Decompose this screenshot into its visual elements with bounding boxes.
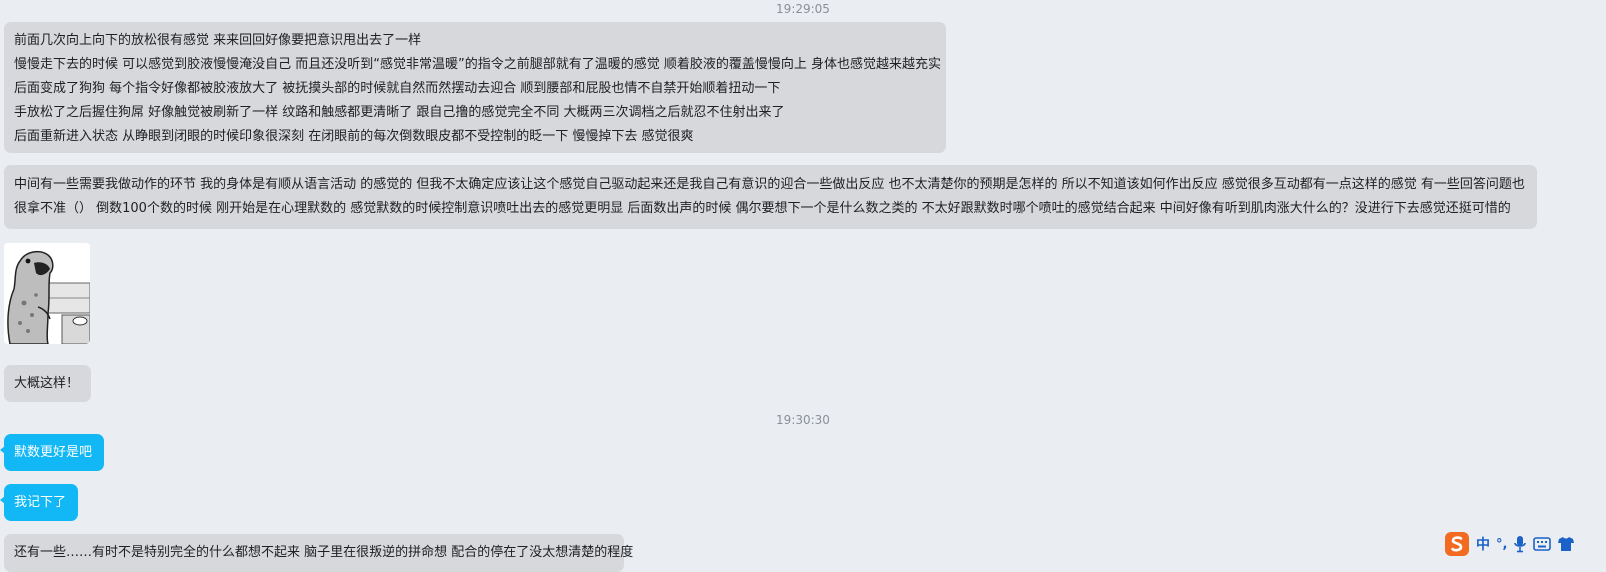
message-text: 默数更好是吧 bbox=[14, 445, 93, 460]
bubble-tail bbox=[0, 446, 5, 454]
message-line: 后面重新进入状态 从睁眼到闭眼的时候印象很深刻 在闭眼前的每次倒数眼皮都不受控制… bbox=[14, 129, 694, 144]
incoming-message-bubble[interactable]: 还有一些……有时不是特别完全的什么都想不起来 脑子里在很叛逆的拼命想 配合的停在… bbox=[4, 534, 634, 572]
message-line: 后面变成了狗狗 每个指令好像都被胶液放大了 被抚摸头部的时候就自然而然摆动去迎合… bbox=[14, 81, 781, 96]
incoming-message-bubble[interactable]: 前面几次向上向下的放松很有感觉 来来回回好像要把意识甩出去了一样 慢慢走下去的时… bbox=[4, 22, 946, 153]
message-line: 前面几次向上向下的放松很有感觉 来来回回好像要把意识甩出去了一样 bbox=[14, 33, 422, 48]
incoming-message-bubble[interactable]: 大概这样！ bbox=[4, 365, 91, 402]
message-timestamp: 19:30:30 bbox=[776, 413, 830, 427]
outgoing-message-bubble[interactable]: 默数更好是吧 bbox=[0, 434, 104, 471]
dinosaur-sticker-icon bbox=[4, 243, 90, 344]
message-line: 慢慢走下去的时候 可以感觉到胶液慢慢淹没自己 而且还没听到“感觉非常温暖”的指令… bbox=[14, 57, 942, 72]
incoming-message-bubble[interactable]: 中间有一些需要我做动作的环节 我的身体是有顺从语言活动 的感觉的 但我不太确定应… bbox=[4, 165, 1537, 229]
message-text: 还有一些……有时不是特别完全的什么都想不起来 脑子里在很叛逆的拼命想 配合的停在… bbox=[14, 545, 634, 560]
chat-window: 19:29:05 前面几次向上向下的放松很有感觉 来来回回好像要把意识甩出去了一… bbox=[0, 0, 1606, 572]
sticker-image[interactable] bbox=[4, 243, 90, 344]
message-timestamp: 19:29:05 bbox=[776, 2, 830, 16]
sogou-logo-icon[interactable] bbox=[1444, 532, 1470, 556]
ime-punctuation-toggle[interactable]: °, bbox=[1496, 533, 1507, 555]
outgoing-message-bubble[interactable]: 我记下了 bbox=[0, 484, 78, 521]
ime-mode-toggle[interactable]: 中 bbox=[1476, 533, 1490, 555]
message-text: 中间有一些需要我做动作的环节 我的身体是有顺从语言活动 的感觉的 但我不太确定应… bbox=[14, 177, 1525, 216]
ime-toolbar: 中 °, bbox=[1444, 528, 1606, 560]
message-text: 大概这样！ bbox=[14, 376, 80, 391]
keyboard-icon[interactable] bbox=[1533, 533, 1552, 555]
message-line: 手放松了之后握住狗屌 好像触觉被刷新了一样 纹路和触感都更清晰了 跟自己撸的感觉… bbox=[14, 105, 785, 120]
message-text: 我记下了 bbox=[14, 495, 67, 510]
microphone-icon[interactable] bbox=[1513, 533, 1527, 555]
shirt-icon[interactable] bbox=[1557, 533, 1575, 555]
bubble-tail bbox=[0, 496, 5, 504]
